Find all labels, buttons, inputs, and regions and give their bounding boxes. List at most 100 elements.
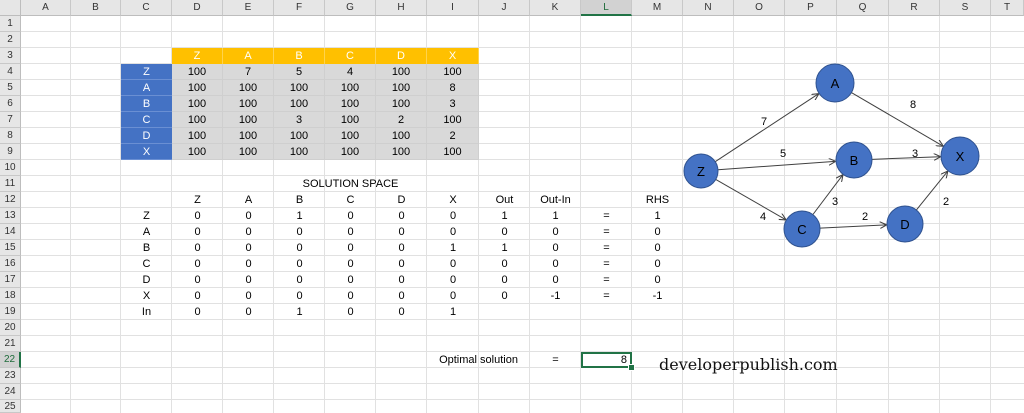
row-header-1[interactable]: 1 xyxy=(0,16,21,32)
cost-matrix-cell[interactable]: 100 xyxy=(274,144,325,160)
optimal-value-cell-selected[interactable]: 8 xyxy=(581,352,632,368)
cost-matrix-cell[interactable]: 100 xyxy=(172,144,223,160)
row-header-18[interactable]: 18 xyxy=(0,288,21,304)
column-header-k[interactable]: K xyxy=(530,0,581,16)
cost-matrix-col-header[interactable]: C xyxy=(325,48,376,64)
cost-matrix-cell[interactable]: 100 xyxy=(274,128,325,144)
row-header-6[interactable]: 6 xyxy=(0,96,21,112)
solution-cell[interactable]: 0 xyxy=(172,224,223,240)
solution-col-header[interactable]: Z xyxy=(172,192,223,208)
cost-matrix-row-header[interactable]: B xyxy=(121,96,172,112)
solution-cell[interactable]: 0 xyxy=(376,256,427,272)
solution-cell[interactable]: 0 xyxy=(223,240,274,256)
cost-matrix-row-header[interactable]: D xyxy=(121,128,172,144)
solution-cell[interactable]: 0 xyxy=(172,304,223,320)
column-header-q[interactable]: Q xyxy=(837,0,889,16)
row-header-8[interactable]: 8 xyxy=(0,128,21,144)
column-header-l[interactable]: L xyxy=(581,0,632,16)
solution-space-title[interactable]: SOLUTION SPACE xyxy=(274,176,427,192)
solution-cell[interactable]: 0 xyxy=(479,272,530,288)
solution-col-header[interactable]: D xyxy=(376,192,427,208)
solution-cell[interactable]: 0 xyxy=(376,240,427,256)
cost-matrix-cell[interactable]: 100 xyxy=(172,80,223,96)
row-header-7[interactable]: 7 xyxy=(0,112,21,128)
cost-matrix-cell[interactable]: 100 xyxy=(325,112,376,128)
column-header-g[interactable]: G xyxy=(325,0,376,16)
solution-cell[interactable]: 0 xyxy=(172,208,223,224)
solution-cell[interactable]: 0 xyxy=(223,256,274,272)
solution-cell[interactable]: 0 xyxy=(223,272,274,288)
column-header-m[interactable]: M xyxy=(632,0,683,16)
cost-matrix-cell[interactable]: 100 xyxy=(172,64,223,80)
solution-cell[interactable]: 0 xyxy=(223,288,274,304)
cost-matrix-cell[interactable]: 4 xyxy=(325,64,376,80)
solution-cell[interactable]: 0 xyxy=(274,288,325,304)
cost-matrix-cell[interactable]: 100 xyxy=(427,112,479,128)
column-header-o[interactable]: O xyxy=(734,0,785,16)
select-all-corner[interactable] xyxy=(0,0,21,16)
cost-matrix-row-header[interactable]: A xyxy=(121,80,172,96)
row-header-11[interactable]: 11 xyxy=(0,176,21,192)
solution-cell[interactable]: 0 xyxy=(325,208,376,224)
solution-cell[interactable]: 1 xyxy=(274,208,325,224)
cost-matrix-col-header[interactable]: Z xyxy=(172,48,223,64)
solution-cell[interactable]: 0 xyxy=(530,240,581,256)
cost-matrix-cell[interactable]: 100 xyxy=(376,128,427,144)
cost-matrix-cell[interactable]: 100 xyxy=(325,80,376,96)
solution-cell[interactable]: 0 xyxy=(530,224,581,240)
row-header-19[interactable]: 19 xyxy=(0,304,21,320)
solution-cell[interactable]: 0 xyxy=(325,288,376,304)
cost-matrix-cell[interactable]: 2 xyxy=(376,112,427,128)
cost-matrix-col-header[interactable]: A xyxy=(223,48,274,64)
cost-matrix-cell[interactable]: 5 xyxy=(274,64,325,80)
solution-cell[interactable]: 1 xyxy=(427,240,479,256)
cost-matrix-cell[interactable]: 2 xyxy=(427,128,479,144)
row-header-20[interactable]: 20 xyxy=(0,320,21,336)
cost-matrix-col-header[interactable]: B xyxy=(274,48,325,64)
solution-row-label[interactable]: D xyxy=(121,272,172,288)
row-header-2[interactable]: 2 xyxy=(0,32,21,48)
solution-cell[interactable]: 0 xyxy=(274,240,325,256)
solution-cell[interactable]: 0 xyxy=(325,272,376,288)
column-header-a[interactable]: A xyxy=(21,0,71,16)
row-header-3[interactable]: 3 xyxy=(0,48,21,64)
cost-matrix-cell[interactable]: 100 xyxy=(223,144,274,160)
column-header-j[interactable]: J xyxy=(479,0,530,16)
solution-cell[interactable]: 0 xyxy=(427,256,479,272)
cost-matrix-row-header[interactable]: C xyxy=(121,112,172,128)
solution-cell[interactable]: = xyxy=(581,256,632,272)
solution-cell[interactable]: = xyxy=(581,240,632,256)
row-header-15[interactable]: 15 xyxy=(0,240,21,256)
solution-cell[interactable]: 0 xyxy=(376,272,427,288)
fill-handle[interactable] xyxy=(628,364,635,371)
row-header-12[interactable]: 12 xyxy=(0,192,21,208)
cost-matrix-cell[interactable]: 3 xyxy=(427,96,479,112)
solution-row-label[interactable]: In xyxy=(121,304,172,320)
cost-matrix-cell[interactable]: 100 xyxy=(172,128,223,144)
column-header-d[interactable]: D xyxy=(172,0,223,16)
cost-matrix-cell[interactable]: 100 xyxy=(223,128,274,144)
solution-cell[interactable]: 0 xyxy=(376,288,427,304)
solution-cell[interactable]: 0 xyxy=(274,272,325,288)
cost-matrix-cell[interactable]: 100 xyxy=(427,64,479,80)
solution-cell[interactable]: 0 xyxy=(479,224,530,240)
solution-cell[interactable]: 1 xyxy=(427,304,479,320)
solution-row-label[interactable]: X xyxy=(121,288,172,304)
column-header-i[interactable]: I xyxy=(427,0,479,16)
row-header-14[interactable]: 14 xyxy=(0,224,21,240)
solution-cell[interactable]: 0 xyxy=(479,288,530,304)
cost-matrix-cell[interactable]: 100 xyxy=(223,96,274,112)
solution-row-label[interactable]: Z xyxy=(121,208,172,224)
solution-col-header[interactable]: Out-In xyxy=(530,192,581,208)
cost-matrix-cell[interactable]: 100 xyxy=(325,96,376,112)
cost-matrix-cell[interactable]: 100 xyxy=(274,96,325,112)
solution-cell[interactable]: 0 xyxy=(223,304,274,320)
column-header-t[interactable]: T xyxy=(991,0,1024,16)
row-header-22[interactable]: 22 xyxy=(0,352,21,368)
row-header-17[interactable]: 17 xyxy=(0,272,21,288)
solution-col-header[interactable]: C xyxy=(325,192,376,208)
solution-cell[interactable]: 0 xyxy=(325,256,376,272)
cost-matrix-row-header[interactable]: Z xyxy=(121,64,172,80)
row-header-24[interactable]: 24 xyxy=(0,384,21,400)
cost-matrix-row-header[interactable]: X xyxy=(121,144,172,160)
